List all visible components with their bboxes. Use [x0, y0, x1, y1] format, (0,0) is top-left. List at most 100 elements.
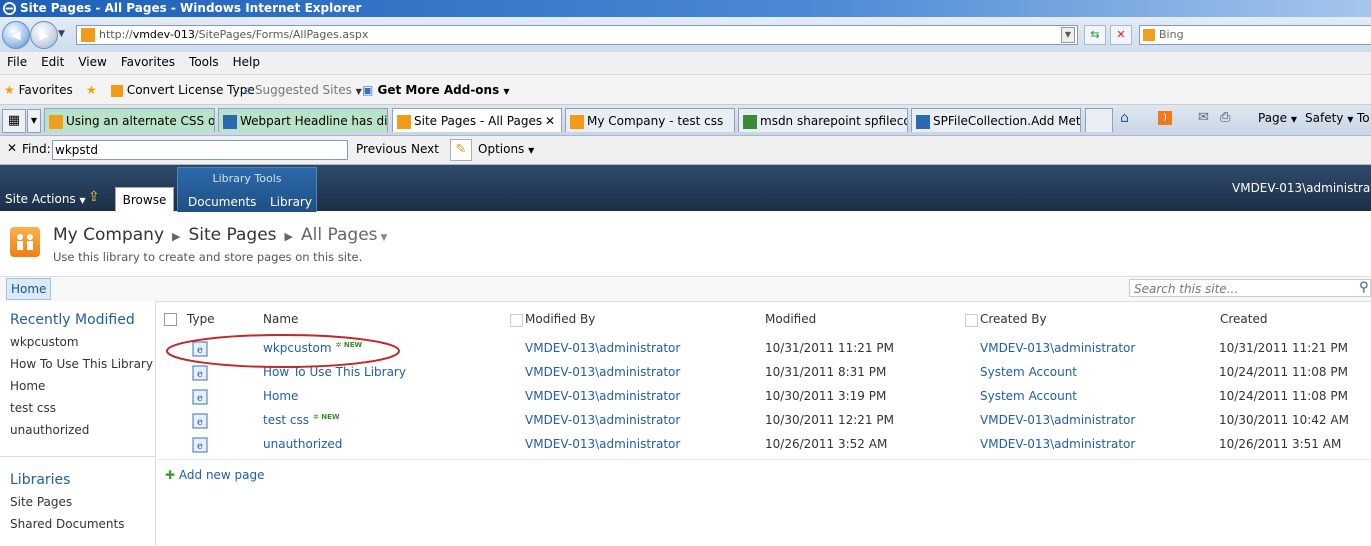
library-link-shared-documents[interactable]: Shared Documents — [10, 517, 124, 531]
ribbon-tab-library[interactable]: Library — [270, 195, 312, 209]
tab-list-dropdown-icon[interactable]: ▼ — [27, 109, 41, 133]
recent-link-wkpcustom[interactable]: wkpcustom — [10, 335, 79, 349]
favorites-star-icon: ★ — [4, 83, 15, 97]
breadcrumb-list[interactable]: Site Pages — [188, 225, 276, 245]
tab-spfilecollection[interactable]: SPFileCollection.Add Metho... — [911, 108, 1081, 132]
menu-file[interactable]: File — [0, 52, 34, 73]
recent-link-test-css[interactable]: test css — [10, 401, 56, 415]
find-next-button[interactable]: Next — [411, 142, 439, 156]
find-input[interactable]: wkpstd — [52, 140, 348, 160]
recent-link-how-to[interactable]: How To Use This Library — [10, 357, 153, 371]
find-previous-button[interactable]: Previous — [356, 142, 407, 156]
breadcrumb-site[interactable]: My Company — [53, 225, 164, 245]
menu-tools[interactable]: Tools — [182, 52, 226, 73]
topnav-home[interactable]: Home — [6, 278, 52, 300]
dropdown-arrow-icon: ▼ — [528, 146, 535, 155]
find-options-button[interactable]: Options ▼ — [478, 142, 534, 156]
close-tab-icon[interactable]: ✕ — [545, 109, 555, 132]
tab-msdn-search[interactable]: msdn sharepoint spfilecolle... — [738, 108, 908, 132]
column-header-type[interactable]: Type — [187, 312, 215, 326]
recent-link-unauthorized[interactable]: unauthorized — [10, 423, 89, 437]
select-all-checkbox[interactable] — [164, 313, 177, 326]
back-button[interactable]: ◀ — [2, 21, 30, 49]
menu-edit[interactable]: Edit — [34, 52, 71, 73]
rss-feed-icon[interactable]: ) — [1158, 111, 1172, 125]
row-created-by[interactable]: VMDEV-013\administrator — [980, 341, 1135, 355]
page-menu-label: Page — [1258, 111, 1288, 125]
column-header-modified[interactable]: Modified — [765, 312, 816, 326]
row-modified: 10/31/2011 11:21 PM — [765, 341, 894, 355]
add-favorites-icon[interactable]: ★ — [86, 82, 97, 98]
recent-pages-dropdown-icon[interactable]: ▼ — [58, 29, 65, 39]
window-title-bar: Site Pages - All Pages - Windows Interne… — [0, 0, 1371, 17]
refresh-button[interactable]: ⇆ — [1084, 25, 1106, 45]
row-name-link[interactable]: test css ✲ NEW — [263, 413, 340, 427]
new-tab-button[interactable] — [1085, 108, 1113, 132]
column-header-created[interactable]: Created — [1220, 312, 1268, 326]
favorites-bar: ★ Favorites ★ Convert License Type ℯ Sug… — [0, 75, 1371, 105]
get-addons-button[interactable]: ▣ Get More Add-ons ▼ — [362, 82, 510, 100]
page-menu[interactable]: Page ▼ — [1258, 111, 1297, 125]
navigate-up-icon[interactable]: ⇪ — [88, 189, 100, 205]
tab-label: msdn sharepoint spfilecolle... — [760, 114, 907, 128]
row-created-by[interactable]: System Account — [980, 389, 1077, 403]
row-modified-by[interactable]: VMDEV-013\administrator — [525, 365, 680, 379]
read-mail-icon[interactable]: ✉ — [1198, 110, 1209, 125]
tab-site-pages[interactable]: Site Pages - All Pages ✕ — [392, 108, 562, 132]
row-created-by[interactable]: System Account — [980, 365, 1077, 379]
ribbon-tab-browse[interactable]: Browse — [115, 187, 174, 212]
breadcrumb-view[interactable]: All Pages — [301, 225, 378, 245]
bing-search-input[interactable]: Bing — [1139, 25, 1371, 45]
column-header-checkbox — [510, 314, 523, 327]
recent-link-home[interactable]: Home — [10, 379, 45, 393]
column-header-created-by[interactable]: Created By — [980, 312, 1047, 326]
column-header-name[interactable]: Name — [263, 312, 298, 326]
row-modified: 10/30/2011 3:19 PM — [765, 389, 887, 403]
ie-logo-icon — [3, 2, 16, 15]
site-search-input[interactable]: Search this site... — [1129, 279, 1371, 297]
suggested-sites-label: Suggested Sites — [254, 83, 352, 97]
tab-webpart-headline[interactable]: Webpart Headline has diffe... — [218, 108, 388, 132]
row-modified-by[interactable]: VMDEV-013\administrator — [525, 413, 680, 427]
ribbon-tab-documents[interactable]: Documents — [188, 195, 256, 209]
quick-tabs-icon[interactable]: ▦ — [2, 109, 26, 133]
dropdown-arrow-icon: ▼ — [79, 196, 86, 205]
tab-my-company[interactable]: My Company - test css — [565, 108, 735, 132]
favorites-button[interactable]: ★ Favorites — [4, 82, 73, 98]
row-modified: 10/31/2011 8:31 PM — [765, 365, 887, 379]
top-navigation: Home Search this site... ⚲ — [0, 276, 1371, 302]
suggested-sites-button[interactable]: ℯ Suggested Sites ▼ — [244, 82, 362, 100]
menu-help[interactable]: Help — [226, 52, 267, 73]
row-modified-by[interactable]: VMDEV-013\administrator — [525, 341, 680, 355]
row-name-link[interactable]: unauthorized — [263, 437, 342, 451]
close-find-icon[interactable]: ✕ — [7, 141, 17, 155]
row-modified-by[interactable]: VMDEV-013\administrator — [525, 389, 680, 403]
view-dropdown-icon[interactable]: ▼ — [381, 233, 388, 243]
tools-menu[interactable]: To — [1357, 111, 1370, 125]
row-name-link[interactable]: Home — [263, 389, 298, 403]
libraries-heading[interactable]: Libraries — [10, 472, 70, 488]
highlight-all-icon[interactable]: ✎ — [450, 139, 472, 161]
library-link-site-pages[interactable]: Site Pages — [10, 495, 72, 509]
row-modified-by[interactable]: VMDEV-013\administrator — [525, 437, 680, 451]
user-menu[interactable]: VMDEV-013\administrator — [1232, 181, 1371, 195]
search-icon[interactable]: ⚲ — [1359, 280, 1369, 295]
safety-menu[interactable]: Safety ▼ — [1305, 111, 1353, 125]
site-logo-icon — [10, 227, 40, 257]
url-dropdown-icon[interactable]: ▼ — [1061, 27, 1075, 43]
url-field[interactable]: http://vmdev-013/SitePages/Forms/AllPage… — [76, 25, 1078, 45]
stop-button[interactable]: ✕ — [1110, 25, 1132, 45]
home-icon[interactable]: ⌂ — [1120, 110, 1129, 126]
forward-button[interactable]: ▶ — [30, 21, 58, 49]
menu-view[interactable]: View — [71, 52, 113, 73]
site-actions-menu[interactable]: Site Actions ▼ — [5, 192, 86, 206]
add-new-page-link[interactable]: ✚ Add new page — [165, 468, 265, 482]
print-icon[interactable]: ⎙ — [1220, 110, 1230, 125]
column-header-modified-by[interactable]: Modified By — [525, 312, 595, 326]
tab-alternate-css[interactable]: Using an alternate CSS on ... — [44, 108, 215, 132]
row-created-by[interactable]: VMDEV-013\administrator — [980, 413, 1135, 427]
menu-favorites[interactable]: Favorites — [114, 52, 182, 73]
row-created-by[interactable]: VMDEV-013\administrator — [980, 437, 1135, 451]
dropdown-arrow-icon: ▼ — [355, 87, 362, 96]
convert-license-link[interactable]: Convert License Type — [111, 82, 255, 98]
